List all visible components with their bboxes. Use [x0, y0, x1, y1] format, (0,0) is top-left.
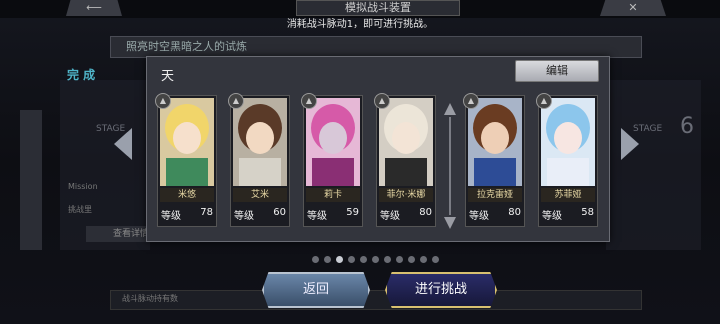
- level-label: 等级: [307, 211, 327, 222]
- rank-icon: ▲: [536, 93, 552, 109]
- back-button[interactable]: 返回: [262, 272, 370, 308]
- page-indicator[interactable]: [312, 248, 444, 263]
- character-portrait: [160, 98, 214, 186]
- character-card[interactable]: ▲ 艾米 等级 60: [228, 93, 290, 227]
- level-label: 等级: [234, 211, 254, 222]
- character-name: 菲尔·米娜: [379, 188, 433, 202]
- team-modal: 天 编辑 ▲ 米悠 等级 78 ▲ 艾米 等级 60 ▲ 莉卡 等级 59 ▲ …: [146, 56, 610, 242]
- character-card[interactable]: ▲ 苏菲娅 等级 58: [536, 93, 598, 227]
- cost-subtitle: 消耗战斗脉动1，即可进行挑战。: [286, 19, 434, 30]
- level-value: 80: [508, 207, 521, 218]
- side-tab: [20, 110, 42, 250]
- character-name: 米悠: [160, 188, 214, 202]
- character-name: 苏菲娅: [541, 188, 595, 202]
- trial-banner-text: 照亮时空黑暗之人的试炼: [126, 40, 247, 53]
- page-dot[interactable]: [420, 256, 427, 263]
- challenge-label: 挑战里: [68, 205, 92, 214]
- page-dot[interactable]: [348, 256, 355, 263]
- character-name: 莉卡: [306, 188, 360, 202]
- character-card[interactable]: ▲ 菲尔·米娜 等级 80: [374, 93, 436, 227]
- level-value: 80: [419, 207, 432, 218]
- character-card[interactable]: ▲ 米悠 等级 78: [155, 93, 217, 227]
- rank-icon: ▲: [463, 93, 479, 109]
- rank-icon: ▲: [374, 93, 390, 109]
- page-dot[interactable]: [336, 256, 343, 263]
- character-name: 拉克雷娅: [468, 188, 522, 202]
- page-dot[interactable]: [432, 256, 439, 263]
- divider-up-icon: [444, 103, 456, 115]
- page-dot[interactable]: [408, 256, 415, 263]
- close-button[interactable]: ✕: [600, 0, 666, 16]
- character-portrait: [468, 98, 522, 186]
- page-dot[interactable]: [372, 256, 379, 263]
- level-row: 等级 78: [158, 206, 216, 222]
- level-row: 等级 80: [377, 206, 435, 222]
- pulse-count-bar: [110, 290, 642, 310]
- character-card[interactable]: ▲ 莉卡 等级 59: [301, 93, 363, 227]
- page-dot[interactable]: [312, 256, 319, 263]
- character-portrait: [379, 98, 433, 186]
- next-stage-arrow-icon[interactable]: [621, 128, 639, 160]
- level-label: 等级: [161, 211, 181, 222]
- level-label: 等级: [380, 211, 400, 222]
- prev-stage-arrow-icon[interactable]: [114, 128, 132, 160]
- pulse-count-label: 战斗脉动持有数: [122, 294, 178, 303]
- level-label: 等级: [469, 211, 489, 222]
- page-title: 模拟战斗装置: [296, 0, 460, 16]
- level-row: 等级 60: [231, 206, 289, 222]
- page-dot[interactable]: [384, 256, 391, 263]
- rank-icon: ▲: [301, 93, 317, 109]
- page-dot[interactable]: [324, 256, 331, 263]
- rank-icon: ▲: [155, 93, 171, 109]
- character-card[interactable]: ▲ 拉克雷娅 等级 80: [463, 93, 525, 227]
- team-name: 天: [161, 69, 175, 84]
- page-dot[interactable]: [360, 256, 367, 263]
- stage-panel-left: [60, 80, 150, 250]
- character-portrait: [306, 98, 360, 186]
- level-value: 58: [581, 207, 594, 218]
- team-divider: [443, 103, 457, 229]
- character-portrait: [541, 98, 595, 186]
- page-dot[interactable]: [396, 256, 403, 263]
- character-name: 艾米: [233, 188, 287, 202]
- level-value: 78: [200, 207, 213, 218]
- level-value: 59: [346, 207, 359, 218]
- back-arrow-button[interactable]: ⟵: [66, 0, 122, 16]
- divider-line: [449, 117, 451, 215]
- character-portrait: [233, 98, 287, 186]
- divider-down-icon: [444, 217, 456, 229]
- rank-icon: ▲: [228, 93, 244, 109]
- level-row: 等级 80: [466, 206, 524, 222]
- level-row: 等级 58: [539, 206, 597, 222]
- stage-number-right: 6: [680, 114, 694, 139]
- mission-label: Mission: [68, 182, 98, 191]
- complete-label: 完 成: [67, 68, 96, 82]
- stage-panel-right: [606, 80, 701, 250]
- edit-button[interactable]: 编辑: [515, 60, 599, 82]
- level-row: 等级 59: [304, 206, 362, 222]
- start-challenge-button[interactable]: 进行挑战: [385, 272, 497, 308]
- level-label: 等级: [542, 211, 562, 222]
- level-value: 60: [273, 207, 286, 218]
